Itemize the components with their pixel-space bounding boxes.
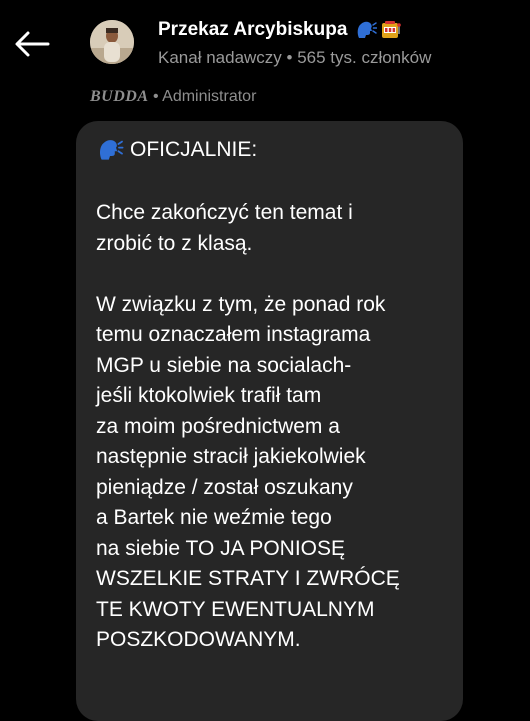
channel-subtitle: Kanał nadawczy • 565 tys. członków: [158, 48, 432, 67]
sender-info: BUDDA • Administrator: [90, 88, 256, 106]
message-line: WSZELKIE STRATY I ZWRÓCĘ: [96, 567, 400, 590]
speaking-head-icon: [358, 21, 378, 38]
message-line: za moim pośrednictwem a: [96, 414, 340, 438]
message-line: temu oznaczałem instagrama: [96, 323, 371, 346]
channel-avatar[interactable]: [90, 20, 134, 64]
message-body: Chce zakończyć ten temat i zrobić to z k…: [96, 198, 400, 656]
message-heading-text: OFICJALNIE:: [130, 138, 258, 161]
message-line: W związku z tym, że ponad rok: [96, 292, 386, 316]
title-emojis: [355, 20, 402, 40]
arrow-left-icon: [15, 31, 50, 57]
chat-header: Przekaz Arcybiskupa Kanał nadawczy • 565…: [0, 0, 530, 82]
message-line: POSZKODOWANYM.: [96, 628, 301, 651]
speaking-head-icon: [100, 140, 124, 160]
sender-role: Administrator: [162, 88, 257, 105]
back-button[interactable]: [12, 24, 52, 64]
message-line: Chce zakończyć ten temat i: [96, 201, 353, 224]
message-line: następnie stracił jakiekolwiek: [96, 445, 366, 468]
message-line: zrobić to z klasą.: [96, 231, 253, 255]
channel-title[interactable]: Przekaz Arcybiskupa: [158, 19, 402, 41]
message-heading: OFICJALNIE:: [96, 138, 257, 162]
slot-machine-icon: [382, 21, 402, 38]
sender-name[interactable]: BUDDA: [90, 88, 149, 105]
message-line: jeśli ktokolwiek trafił tam: [96, 384, 322, 407]
message-line: MGP u siebie na socialach-: [96, 353, 352, 377]
message-line: a Bartek nie weźmie tego: [96, 506, 332, 529]
sender-separator: •: [152, 88, 159, 105]
channel-title-text: Przekaz Arcybiskupa: [158, 19, 348, 40]
message-line: pieniądze / został oszukany: [96, 475, 353, 499]
message-line: na siebie TO JA PONIOSĘ: [96, 536, 346, 560]
avatar-image: [90, 20, 134, 64]
message-line: TE KWOTY EWENTUALNYM: [96, 597, 375, 621]
